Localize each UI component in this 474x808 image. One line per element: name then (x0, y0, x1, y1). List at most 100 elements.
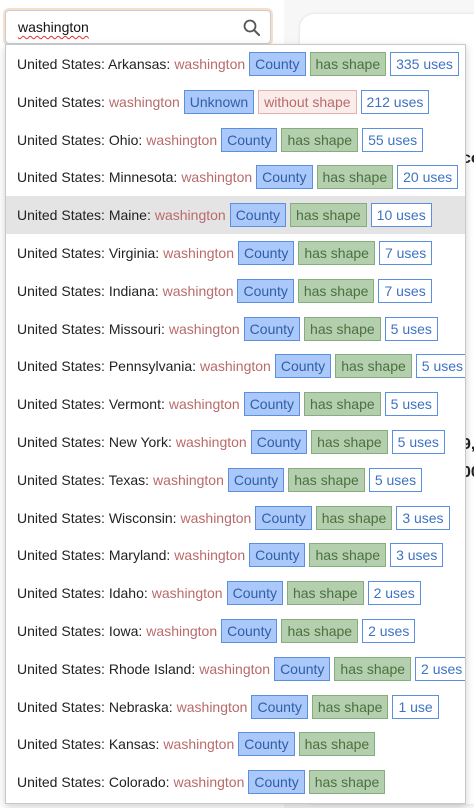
uses-badge: 3 uses (396, 505, 450, 530)
result-name: washington (176, 698, 248, 715)
result-place: United States: Colorado: (17, 774, 170, 791)
result-item[interactable]: United States: Nebraska: washington County… (6, 688, 465, 726)
uses-badge: 3 uses (390, 543, 444, 568)
uses-badge: 2 uses (415, 656, 465, 681)
result-item[interactable]: United States: Rhode Island: washington Co… (6, 650, 465, 688)
type-badge: County (255, 505, 312, 530)
result-place: United States: (17, 93, 105, 110)
type-badge: County (248, 770, 305, 795)
shape-badge: has shape (281, 619, 359, 643)
shape-badge: has shape (308, 770, 386, 795)
result-name: washington (174, 547, 246, 564)
result-place: United States: Rhode Island: (17, 660, 196, 677)
result-place: United States: Arkansas: (17, 56, 171, 72)
result-place: United States: Iowa: (17, 623, 143, 639)
uses-badge: 10 uses (370, 203, 432, 228)
shape-badge: has shape (311, 430, 388, 454)
result-item[interactable]: United States: New York: washington County… (6, 423, 465, 461)
result-name: washington (174, 56, 246, 72)
shape-badge: has shape (304, 392, 381, 417)
result-item[interactable]: United States: Missouri: washington County… (6, 310, 465, 348)
shape-badge: has shape (309, 543, 387, 568)
result-name: washington (153, 471, 224, 488)
result-name: washington (163, 736, 235, 753)
result-item[interactable]: United States: washington Unknown without s… (6, 83, 465, 121)
result-name: washington (146, 131, 218, 148)
shape-badge: without shape (258, 89, 357, 114)
type-badge: County (238, 732, 295, 757)
result-name: washington (146, 623, 218, 639)
uses-badge: 7 uses (378, 278, 432, 303)
type-badge: County (251, 694, 308, 719)
result-place: United States: Kansas: (17, 736, 160, 753)
type-badge: County (237, 278, 294, 303)
result-name: washington (180, 509, 252, 526)
result-place: United States: Wisconsin: (17, 509, 177, 526)
result-item[interactable]: United States: Colorado: washington County… (6, 763, 465, 801)
autocomplete-dropdown: United States: Arkansas: washington County… (5, 44, 466, 804)
result-place: United States: Vermont: (17, 396, 165, 413)
type-badge: County (227, 467, 285, 492)
result-item[interactable]: United States: Maine: washington County has… (6, 196, 465, 235)
type-badge: County (256, 165, 313, 190)
shape-badge: has shape (309, 52, 387, 76)
uses-badge: 5 uses (415, 354, 465, 379)
result-place: United States: Pennsylvania: (17, 358, 196, 375)
result-item[interactable]: United States: Arkansas: washington County… (6, 45, 465, 83)
result-item[interactable]: United States: Kansas: washington County ha… (6, 725, 465, 763)
result-place: United States: Ohio: (17, 131, 143, 148)
result-place: United States: Maine: (17, 207, 151, 224)
type-badge: County (237, 241, 295, 265)
search-box[interactable]: washington (5, 10, 271, 44)
result-name: washington (173, 774, 245, 791)
result-place: United States: Idaho: (17, 585, 148, 602)
type-badge: County (226, 581, 283, 606)
shape-badge: has shape (298, 241, 375, 265)
result-place: United States: Indiana: (17, 282, 159, 299)
result-item[interactable]: United States: Virginia: washington County… (6, 234, 465, 272)
uses-badge: 2 uses (362, 619, 416, 643)
result-place: United States: New York: (17, 434, 172, 450)
shape-badge: has shape (281, 127, 359, 152)
result-item[interactable]: United States: Wisconsin: washington Count… (6, 499, 465, 537)
result-item[interactable]: United States: Iowa: washington County has … (6, 612, 465, 650)
type-badge: County (249, 52, 306, 76)
type-badge: County (274, 656, 331, 681)
search-input[interactable]: washington (18, 19, 89, 35)
uses-badge: 1 use (392, 694, 439, 719)
result-item[interactable]: United States: Pennsylvania: washington Co… (6, 347, 465, 385)
result-item[interactable]: United States: Maryland: washington County… (6, 536, 465, 574)
result-name: washington (151, 585, 223, 602)
result-name: washington (181, 169, 253, 186)
uses-badge: 5 uses (384, 392, 438, 417)
uses-badge: 20 uses (397, 165, 459, 190)
result-name: washington (154, 207, 226, 224)
result-item[interactable]: United States: Idaho: washington County has… (6, 574, 465, 612)
type-badge: Unknown (183, 89, 255, 114)
result-name: washington (168, 396, 240, 413)
result-item[interactable]: United States: Minnesota: washington Count… (6, 158, 465, 196)
search-icon[interactable] (242, 18, 262, 38)
result-item[interactable]: United States: Ohio: washington County has … (6, 121, 465, 159)
shape-badge: has shape (311, 694, 389, 719)
result-name: washington (175, 434, 247, 450)
result-name: washington (199, 660, 271, 677)
result-place: United States: Nebraska: (17, 698, 173, 715)
result-item[interactable]: United States: Texas: washington County has… (6, 461, 465, 499)
type-badge: County (243, 316, 301, 341)
result-name: washington (200, 358, 271, 375)
result-item[interactable]: United States: Indiana: washington County h… (6, 272, 465, 310)
uses-badge: 5 uses (384, 316, 438, 341)
result-name: washington (168, 320, 240, 337)
result-name: washington (108, 93, 180, 110)
result-place: United States: Texas: (17, 471, 150, 488)
result-place: United States: Maryland: (17, 547, 171, 564)
type-badge: County (249, 543, 306, 568)
uses-badge: 55 uses (362, 127, 424, 152)
uses-badge: 5 uses (391, 430, 445, 454)
shape-badge: has shape (316, 165, 394, 190)
shape-badge: has shape (315, 505, 393, 530)
uses-badge: 2 uses (367, 581, 421, 606)
result-item[interactable]: United States: Vermont: washington County h… (6, 385, 465, 423)
type-badge: County (221, 127, 278, 152)
